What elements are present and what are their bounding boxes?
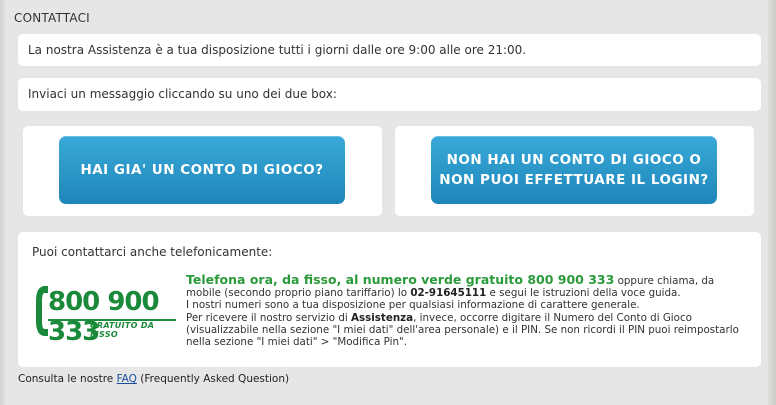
service-word: Assistenza	[351, 311, 414, 324]
service-prefix-text: Per ricevere il nostro servizio di	[186, 311, 352, 324]
faq-footer: Consulta le nostre FAQ (Frequently Asked…	[18, 373, 289, 385]
toll-free-number-logo: 800 900 333 GRATUITO DA FISSO	[34, 283, 179, 347]
phone-contact-box: Puoi contattarci anche telefonicamente: …	[18, 232, 761, 367]
no-account-label-line1: NON HAI UN CONTO DI GIOCO O	[446, 152, 702, 168]
no-account-box: NON HAI UN CONTO DI GIOCO O NON PUOI EFF…	[395, 126, 754, 216]
hours-text: La nostra Assistenza è a tua disposizion…	[28, 43, 527, 57]
phone-details: Telefona ora, da fisso, al numero verde …	[186, 272, 746, 348]
no-account-button-label: NON HAI UN CONTO DI GIOCO O NON PUOI EFF…	[439, 150, 708, 190]
phone-intro-text: Puoi contattarci anche telefonicamente:	[32, 245, 273, 259]
have-account-button-label: HAI GIA' UN CONTO DI GIOCO?	[80, 162, 324, 178]
toll-free-headline: Telefona ora, da fisso, al numero verde …	[186, 272, 615, 287]
logo-caption: GRATUITO DA FISSO	[90, 321, 155, 339]
faq-link[interactable]: FAQ	[117, 373, 137, 385]
message-instructions-box: Inviaci un messaggio cliccando su uno de…	[18, 78, 761, 111]
mobile-number: 02-91645111	[410, 287, 487, 300]
faq-prefix: Consulta le nostre	[18, 373, 117, 385]
faq-suffix: (Frequently Asked Question)	[136, 373, 290, 385]
hours-box: La nostra Assistenza è a tua disposizion…	[18, 34, 761, 66]
have-account-box: HAI GIA' UN CONTO DI GIOCO?	[23, 126, 382, 216]
page-title: CONTATTACI	[14, 11, 90, 25]
no-account-label-line2: NON PUOI EFFETTUARE IL LOGIN?	[439, 172, 709, 188]
after-mobile-text: e segui le istruzioni della voce guida.	[486, 287, 681, 300]
message-instructions-text: Inviaci un messaggio cliccando su uno de…	[28, 87, 337, 101]
numbers-info-text: I nostri numeri sono a tua disposizione …	[186, 299, 640, 312]
have-account-button[interactable]: HAI GIA' UN CONTO DI GIOCO?	[59, 136, 345, 204]
no-account-button[interactable]: NON HAI UN CONTO DI GIOCO O NON PUOI EFF…	[431, 136, 717, 204]
